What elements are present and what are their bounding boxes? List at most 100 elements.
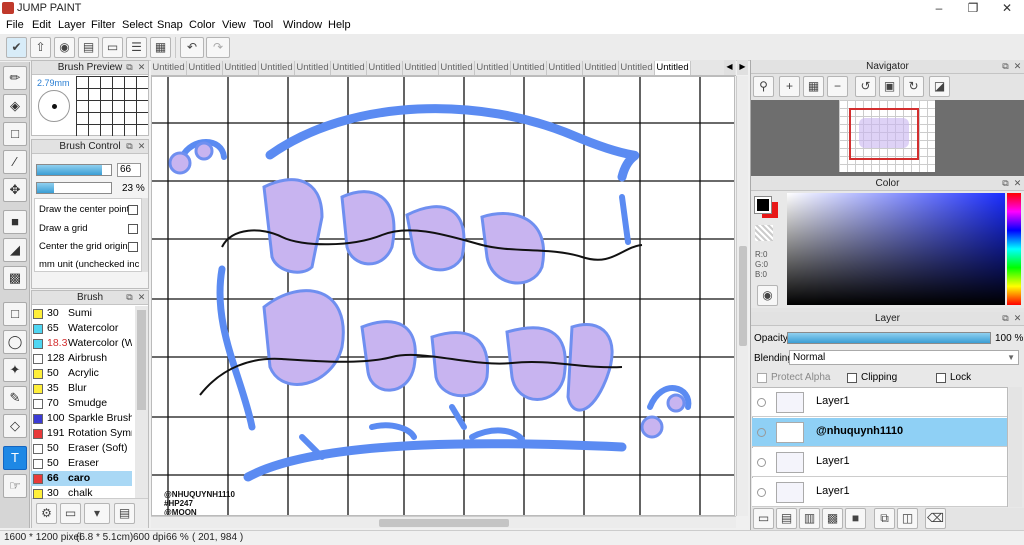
eyedropper-icon[interactable]: ◉ bbox=[757, 285, 778, 306]
canvas-vertical-scrollbar[interactable] bbox=[736, 76, 748, 516]
document-tab[interactable]: Untitled bbox=[331, 61, 367, 75]
document-tab[interactable]: Untitled bbox=[295, 61, 331, 75]
minimize-button[interactable]: – bbox=[922, 0, 956, 17]
menu-filter[interactable]: Filter bbox=[91, 19, 115, 31]
brush-item[interactable]: 30 chalk bbox=[31, 486, 132, 501]
select-eraser-icon[interactable]: ◇ bbox=[3, 414, 27, 438]
lasso-icon[interactable]: ◯ bbox=[3, 330, 27, 354]
brush-size-input[interactable]: 66 bbox=[117, 163, 141, 177]
message-icon[interactable]: ▤ bbox=[78, 37, 99, 58]
document-tab[interactable]: Untitled bbox=[187, 61, 223, 75]
menu-file[interactable]: File bbox=[6, 19, 24, 31]
brush-item[interactable]: 66 caro bbox=[31, 471, 132, 486]
document-tab[interactable]: Untitled bbox=[655, 61, 691, 75]
brush-item[interactable]: 35 Blur bbox=[31, 381, 132, 396]
close-button[interactable]: ✕ bbox=[990, 0, 1024, 17]
center-grid-checkbox[interactable] bbox=[128, 242, 138, 252]
new-layer-8bit-icon[interactable]: ▤ bbox=[776, 508, 797, 529]
select-rect-icon[interactable]: □ bbox=[3, 302, 27, 326]
float-panel-icon[interactable]: ⧉ bbox=[124, 141, 135, 152]
clipping-checkbox[interactable] bbox=[847, 373, 857, 383]
eye-icon[interactable] bbox=[757, 428, 766, 437]
hue-slider[interactable] bbox=[1007, 193, 1021, 305]
tab-scroll-right-icon[interactable]: ▶ bbox=[737, 60, 748, 75]
fit-icon[interactable]: ▦ bbox=[803, 76, 824, 97]
text-tool-icon[interactable]: T bbox=[3, 446, 27, 470]
new-layer-icon[interactable]: ▭ bbox=[753, 508, 774, 529]
document-icon[interactable]: ▭ bbox=[102, 37, 123, 58]
eye-icon[interactable] bbox=[757, 398, 766, 407]
brush-item[interactable]: 50 Acrylic bbox=[31, 366, 132, 381]
fill-rect-tool-icon[interactable]: ■ bbox=[3, 210, 27, 234]
comment-icon[interactable]: ◉ bbox=[54, 37, 75, 58]
brush-item[interactable]: 18.3Watercolor (We bbox=[31, 336, 132, 351]
menu-tool[interactable]: Tool bbox=[253, 19, 273, 31]
bucket-tool-icon[interactable]: ◢ bbox=[3, 238, 27, 262]
canvas-horizontal-scrollbar[interactable] bbox=[151, 516, 736, 528]
brush-size-slider[interactable] bbox=[36, 164, 112, 176]
brush-list-scrollbar[interactable] bbox=[135, 306, 148, 501]
merge-layer-icon[interactable]: ◫ bbox=[897, 508, 918, 529]
close-panel-icon[interactable]: ✕ bbox=[136, 62, 147, 73]
undo-icon[interactable]: ↶ bbox=[180, 37, 204, 58]
brush-item[interactable]: 50 Eraser (Soft) bbox=[31, 441, 132, 456]
maximize-button[interactable]: ❐ bbox=[956, 0, 990, 17]
document-tab[interactable]: Untitled bbox=[367, 61, 403, 75]
new-layer-1bit-icon[interactable]: ▥ bbox=[799, 508, 820, 529]
menu-help[interactable]: Help bbox=[328, 19, 351, 31]
gradient-tool-icon[interactable]: ▩ bbox=[3, 266, 27, 290]
draw-center-checkbox[interactable] bbox=[128, 205, 138, 215]
brush-opacity-slider[interactable] bbox=[36, 182, 112, 194]
brush-item[interactable]: 50 Eraser bbox=[31, 456, 132, 471]
new-folder-icon[interactable]: ■ bbox=[845, 508, 866, 529]
rectangle-tool-icon[interactable]: □ bbox=[3, 122, 27, 146]
document-tab[interactable]: Untitled bbox=[223, 61, 259, 75]
menu-select[interactable]: Select bbox=[122, 19, 153, 31]
share-icon[interactable]: ⇧ bbox=[30, 37, 51, 58]
grid-edit-icon[interactable]: ▦ bbox=[150, 37, 171, 58]
zoom-in-icon[interactable]: + bbox=[779, 76, 800, 97]
document-tab[interactable]: Untitled bbox=[403, 61, 439, 75]
brush-props-icon[interactable]: ▤ bbox=[114, 503, 135, 524]
flip-icon[interactable]: ◪ bbox=[929, 76, 950, 97]
brush-list-scroll-thumb[interactable] bbox=[137, 310, 146, 410]
float-panel-icon[interactable]: ⧉ bbox=[1000, 61, 1011, 72]
eraser-tool-icon[interactable]: ◈ bbox=[3, 94, 27, 118]
close-panel-icon[interactable]: ✕ bbox=[136, 141, 147, 152]
new-brush-icon[interactable]: ▭ bbox=[60, 503, 81, 524]
menu-snap[interactable]: Snap bbox=[157, 19, 183, 31]
layer-list-scrollbar[interactable] bbox=[1009, 387, 1022, 507]
navigator-thumbnail[interactable] bbox=[839, 100, 935, 172]
menu-color[interactable]: Color bbox=[189, 19, 215, 31]
lock-checkbox[interactable] bbox=[936, 373, 946, 383]
document-tab[interactable]: Untitled bbox=[439, 61, 475, 75]
magic-wand-icon[interactable]: ✦ bbox=[3, 358, 27, 382]
check-icon[interactable]: ✔ bbox=[6, 37, 27, 58]
draw-grid-checkbox[interactable] bbox=[128, 224, 138, 234]
brush-item[interactable]: 70 Smudge bbox=[31, 396, 132, 411]
blending-select[interactable]: Normal ▼ bbox=[789, 350, 1019, 365]
rotate-left-icon[interactable]: ↺ bbox=[855, 76, 876, 97]
color-field[interactable] bbox=[787, 193, 1005, 305]
document-tab[interactable]: Untitled bbox=[475, 61, 511, 75]
brush-settings-icon[interactable]: ⚙ bbox=[36, 503, 57, 524]
brush-item[interactable]: 30 Sumi bbox=[31, 306, 132, 321]
new-halftone-layer-icon[interactable]: ▩ bbox=[822, 508, 843, 529]
menu-window[interactable]: Window bbox=[283, 19, 322, 31]
list-icon[interactable]: ☰ bbox=[126, 37, 147, 58]
zoom-actual-icon[interactable]: ⚲ bbox=[753, 76, 774, 97]
document-tab[interactable]: Untitled bbox=[547, 61, 583, 75]
duplicate-layer-icon[interactable]: ⧉ bbox=[874, 508, 895, 529]
brush-item[interactable]: 128 Airbrush bbox=[31, 351, 132, 366]
brush-item[interactable]: 191Rotation Symme bbox=[31, 426, 132, 441]
float-panel-icon[interactable]: ⧉ bbox=[124, 292, 135, 303]
pen-tool-icon[interactable]: ✏ bbox=[3, 66, 27, 90]
document-tab[interactable]: Untitled bbox=[619, 61, 655, 75]
close-panel-icon[interactable]: ✕ bbox=[136, 292, 147, 303]
layer-row[interactable]: Layer1 bbox=[752, 478, 1007, 507]
reset-view-icon[interactable]: ▣ bbox=[879, 76, 900, 97]
close-panel-icon[interactable]: ✕ bbox=[1012, 313, 1023, 324]
document-tab[interactable]: Untitled bbox=[583, 61, 619, 75]
zoom-out-icon[interactable]: − bbox=[827, 76, 848, 97]
float-panel-icon[interactable]: ⧉ bbox=[1000, 313, 1011, 324]
